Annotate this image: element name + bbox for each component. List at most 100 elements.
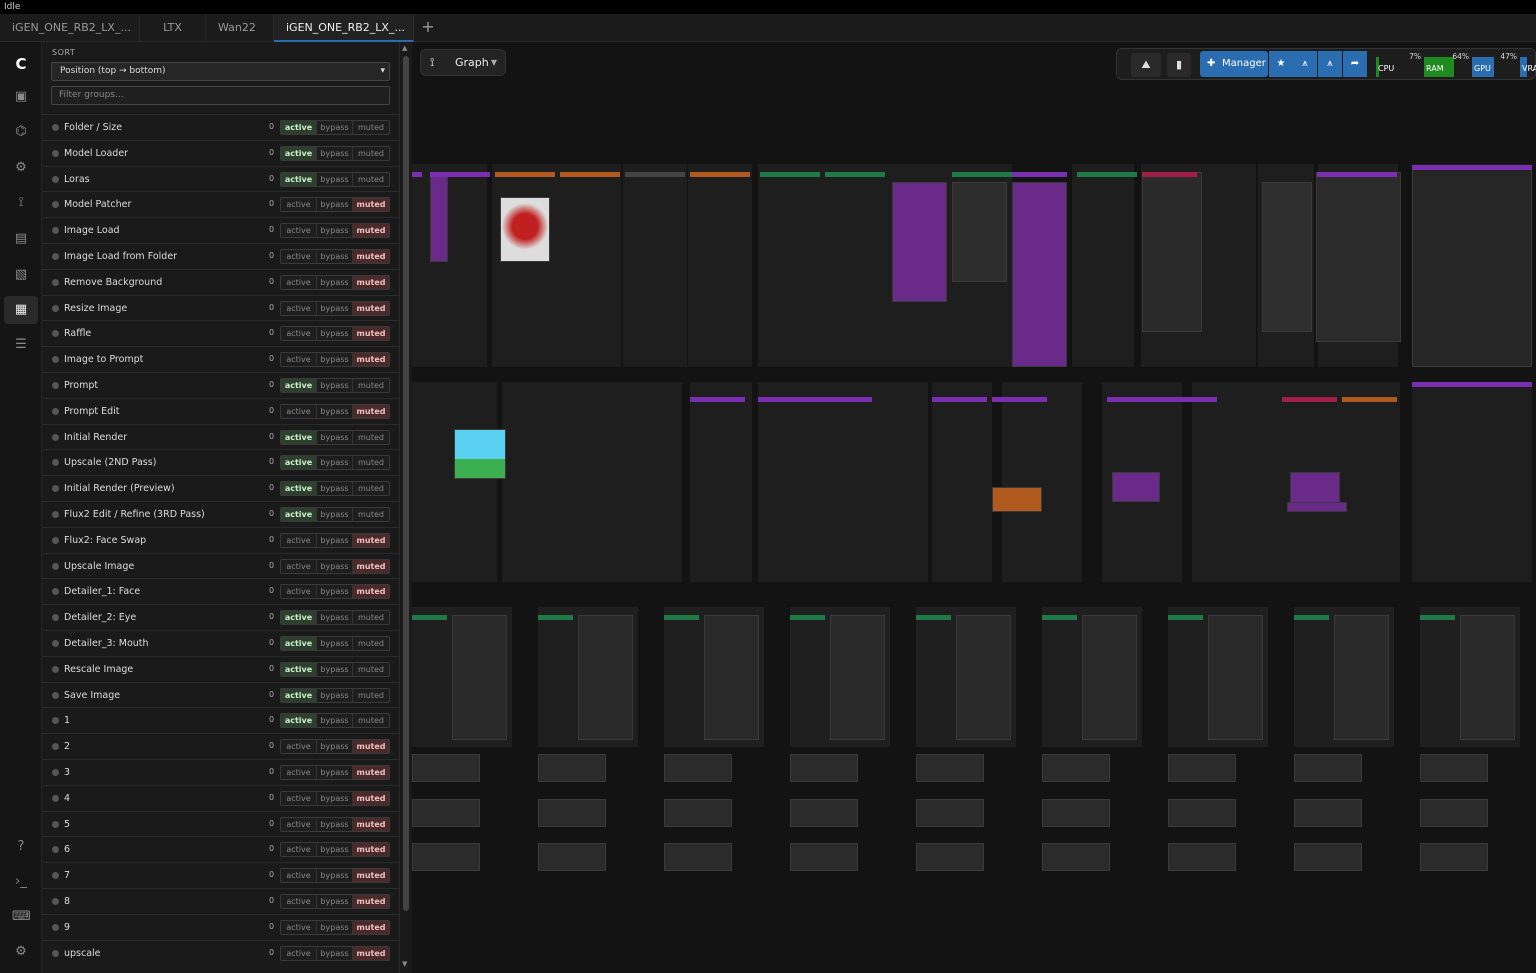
star-icon[interactable]: ★ xyxy=(1269,51,1293,77)
state-bypass-button[interactable]: bypass xyxy=(317,378,353,392)
bookmark-icon[interactable]: ▮ xyxy=(1167,53,1191,77)
workflow-node[interactable] xyxy=(412,754,480,782)
workflow-node[interactable] xyxy=(1168,843,1236,871)
media-assets-icon[interactable]: ▧ xyxy=(12,266,30,284)
state-muted-button[interactable]: muted xyxy=(353,353,389,367)
workflow-node[interactable] xyxy=(1112,472,1160,502)
workflow-node[interactable] xyxy=(1316,172,1401,342)
state-active-button[interactable]: active xyxy=(281,869,317,883)
state-muted-button[interactable]: muted xyxy=(353,198,389,212)
state-bypass-button[interactable]: bypass xyxy=(317,894,353,908)
state-active-button[interactable]: active xyxy=(281,507,317,521)
workflow-node[interactable] xyxy=(1042,754,1110,782)
state-active-button[interactable]: active xyxy=(281,198,317,212)
keyboard-icon[interactable]: ⌨ xyxy=(12,908,31,926)
filter-groups-input[interactable]: Filter groups... xyxy=(51,86,390,105)
model-icon[interactable]: ⩚ xyxy=(1293,51,1317,77)
state-bypass-button[interactable]: bypass xyxy=(317,507,353,521)
image-preview[interactable] xyxy=(454,429,506,479)
scroll-up-icon[interactable]: ▲ xyxy=(402,44,407,52)
state-bypass-button[interactable]: bypass xyxy=(317,404,353,418)
settings-icon[interactable]: ⚙ xyxy=(12,943,30,961)
state-muted-button[interactable]: muted xyxy=(353,327,389,341)
state-active-button[interactable]: active xyxy=(281,843,317,857)
templates-icon[interactable]: ▤ xyxy=(12,230,30,248)
workflow-node[interactable] xyxy=(412,843,480,871)
state-muted-button[interactable]: muted xyxy=(353,121,389,134)
workflow-node[interactable] xyxy=(916,843,984,871)
state-muted-button[interactable]: muted xyxy=(353,869,389,883)
state-bypass-button[interactable]: bypass xyxy=(317,688,353,702)
workflow-node[interactable] xyxy=(1412,167,1532,367)
image-preview[interactable] xyxy=(500,197,550,262)
workflow-node[interactable] xyxy=(1168,799,1236,827)
state-active-button[interactable]: active xyxy=(281,533,317,547)
state-bypass-button[interactable]: bypass xyxy=(317,662,353,676)
state-active-button[interactable]: active xyxy=(281,791,317,805)
state-muted-button[interactable]: muted xyxy=(353,611,389,625)
state-bypass-button[interactable]: bypass xyxy=(317,353,353,367)
workflow-node[interactable] xyxy=(1208,615,1263,740)
tab-workflow-active[interactable]: iGEN_ONE_RB2_LX_... xyxy=(274,14,414,42)
workflow-node[interactable] xyxy=(790,799,858,827)
scroll-down-icon[interactable]: ▼ xyxy=(402,960,407,968)
state-active-button[interactable]: active xyxy=(281,611,317,625)
state-muted-button[interactable]: muted xyxy=(353,172,389,186)
terminal-icon[interactable]: ›_ xyxy=(12,873,30,891)
state-active-button[interactable]: active xyxy=(281,740,317,754)
queue-icon[interactable]: ▣ xyxy=(12,88,30,106)
state-muted-button[interactable]: muted xyxy=(353,507,389,521)
scroll-thumb[interactable] xyxy=(403,56,409,911)
state-active-button[interactable]: active xyxy=(281,662,317,676)
workspace-icon[interactable]: ⛰ xyxy=(1131,53,1161,77)
state-bypass-button[interactable]: bypass xyxy=(317,327,353,341)
workflow-node[interactable] xyxy=(956,615,1011,740)
state-muted-button[interactable]: muted xyxy=(353,585,389,599)
workflow-node[interactable] xyxy=(1294,843,1362,871)
graph-mode-button[interactable]: ⟟ Graph ▼ xyxy=(420,49,506,76)
state-active-button[interactable]: active xyxy=(281,224,317,238)
workflow-node[interactable] xyxy=(790,754,858,782)
panel-scrollbar[interactable]: ▲ ▼ xyxy=(399,42,412,973)
state-muted-button[interactable]: muted xyxy=(353,894,389,908)
state-muted-button[interactable]: muted xyxy=(353,662,389,676)
workflow-node[interactable] xyxy=(578,615,633,740)
workflow-node[interactable] xyxy=(1287,502,1347,512)
state-bypass-button[interactable]: bypass xyxy=(317,920,353,934)
workflow-node[interactable] xyxy=(1042,843,1110,871)
model-alt-icon[interactable]: ⩚ xyxy=(1318,51,1342,77)
workflow-node[interactable] xyxy=(1420,843,1488,871)
state-muted-button[interactable]: muted xyxy=(353,920,389,934)
state-bypass-button[interactable]: bypass xyxy=(317,533,353,547)
graph-canvas[interactable]: ⟟ Graph ▼ ⛰ ▮ ✚ Manager ★ ⩚ ⩚ ➦ CPU 7% RAM 6… xyxy=(412,42,1536,973)
state-active-button[interactable]: active xyxy=(281,636,317,650)
workflow-node[interactable] xyxy=(892,182,947,302)
state-active-button[interactable]: active xyxy=(281,765,317,779)
workflow-node[interactable] xyxy=(452,615,507,740)
workflow-node[interactable] xyxy=(1420,754,1488,782)
state-bypass-button[interactable]: bypass xyxy=(317,869,353,883)
state-active-button[interactable]: active xyxy=(281,249,317,263)
logo-icon[interactable]: C xyxy=(12,55,30,73)
state-active-button[interactable]: active xyxy=(281,378,317,392)
state-active-button[interactable]: active xyxy=(281,585,317,599)
workflow-node[interactable] xyxy=(538,799,606,827)
state-bypass-button[interactable]: bypass xyxy=(317,198,353,212)
state-active-button[interactable]: active xyxy=(281,172,317,186)
workflow-node[interactable] xyxy=(916,799,984,827)
state-bypass-button[interactable]: bypass xyxy=(317,172,353,186)
state-muted-button[interactable]: muted xyxy=(353,533,389,547)
workflow-node[interactable] xyxy=(664,799,732,827)
state-bypass-button[interactable]: bypass xyxy=(317,765,353,779)
state-bypass-button[interactable]: bypass xyxy=(317,456,353,470)
state-bypass-button[interactable]: bypass xyxy=(317,275,353,289)
state-muted-button[interactable]: muted xyxy=(353,404,389,418)
workflow-node[interactable] xyxy=(830,615,885,740)
workflow-node[interactable] xyxy=(412,799,480,827)
workflow-node[interactable] xyxy=(790,843,858,871)
state-muted-button[interactable]: muted xyxy=(353,559,389,573)
state-active-button[interactable]: active xyxy=(281,404,317,418)
workflow-node[interactable] xyxy=(1082,615,1137,740)
state-bypass-button[interactable]: bypass xyxy=(317,559,353,573)
state-active-button[interactable]: active xyxy=(281,353,317,367)
